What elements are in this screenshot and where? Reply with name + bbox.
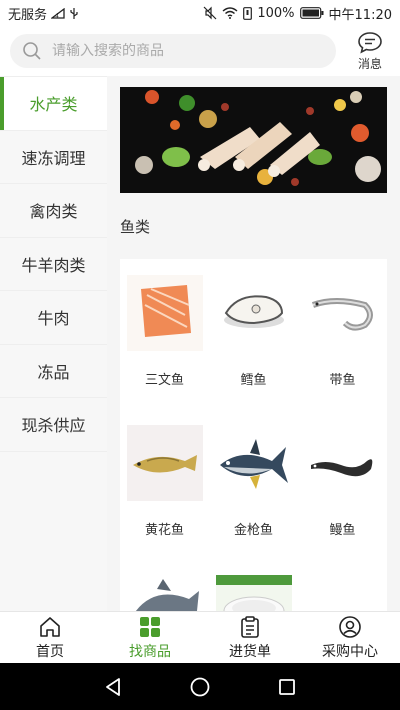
product-item-eel[interactable]: 鳗鱼 — [298, 425, 387, 538]
sidebar-item-poultry[interactable]: 禽肉类 — [0, 184, 107, 238]
product-item-hairtail[interactable]: 带鱼 — [298, 275, 387, 388]
clipboard-icon — [241, 615, 259, 638]
product-name: 带鱼 — [329, 373, 356, 388]
system-navigation — [0, 663, 400, 710]
sidebar-item-beef[interactable]: 牛肉 — [0, 291, 107, 345]
message-button[interactable]: 消息 — [350, 31, 390, 72]
salmon-image — [126, 275, 203, 351]
nav-label: 进货单 — [229, 643, 271, 660]
carrier-text: 无服务 — [8, 7, 48, 23]
product-name: 三文鱼 — [144, 373, 184, 388]
battery-icon — [299, 7, 324, 19]
product-grid: 三文鱼 鳕鱼 带鱼 黄花鱼 金枪鱼 鳗鱼 — [120, 259, 387, 611]
signal-icon: 4 — [51, 7, 65, 19]
section-title: 鱼类 — [120, 218, 151, 236]
bottom-navigation: 首页 找商品 进货单 采购中心 — [0, 611, 400, 663]
yellow-croaker-image — [126, 425, 203, 501]
eel-image — [304, 425, 381, 501]
promo-banner[interactable] — [120, 87, 387, 193]
sidebar-item-label: 速冻调理 — [21, 148, 86, 168]
sidebar-item-label: 禽肉类 — [29, 202, 78, 222]
sidebar-item-frozen-prepared[interactable]: 速冻调理 — [0, 130, 107, 184]
sidebar-item-aquatic[interactable]: 水产类 — [0, 77, 107, 131]
product-item-yellow-croaker[interactable]: 黄花鱼 — [120, 425, 209, 538]
product-name: 鳕鱼 — [240, 373, 267, 388]
sidebar-item-label: 现杀供应 — [21, 416, 86, 436]
home-circle-icon[interactable] — [189, 676, 211, 698]
product-item-salmon[interactable]: 三文鱼 — [120, 275, 209, 388]
search-bar[interactable] — [10, 34, 336, 68]
battery-percent: 100% — [257, 5, 295, 21]
clock-time: 中午11:20 — [328, 7, 392, 23]
sim-icon — [243, 6, 253, 20]
recents-icon[interactable] — [276, 676, 298, 698]
sidebar-item-frozen[interactable]: 冻品 — [0, 344, 107, 398]
sidebar-item-label: 冻品 — [37, 362, 70, 382]
nav-home[interactable]: 首页 — [0, 612, 100, 663]
nav-label: 找商品 — [129, 643, 171, 660]
svg-text:4: 4 — [55, 12, 59, 19]
search-input[interactable] — [52, 43, 302, 59]
nav-procurement-center[interactable]: 采购中心 — [300, 612, 400, 663]
search-icon — [22, 41, 42, 61]
cod-image — [215, 275, 292, 351]
product-item-cod[interactable]: 鳕鱼 — [209, 275, 298, 388]
product-item-tuna[interactable]: 金枪鱼 — [209, 425, 298, 538]
nav-label: 首页 — [36, 643, 64, 660]
product-item-fish[interactable] — [120, 575, 209, 611]
tuna-image — [215, 425, 292, 501]
search-header: 消息 — [0, 26, 400, 76]
grid-icon — [140, 616, 160, 637]
nav-purchase-list[interactable]: 进货单 — [200, 612, 300, 663]
category-sidebar: 水产类 速冻调理 禽肉类 牛羊肉类 牛肉 冻品 现杀供应 — [0, 76, 107, 611]
product-name: 金枪鱼 — [233, 523, 273, 538]
mute-icon — [203, 6, 217, 20]
bowl-image — [215, 575, 292, 611]
fish-image — [126, 575, 203, 611]
product-name: 鳗鱼 — [329, 523, 356, 538]
message-label: 消息 — [357, 56, 382, 71]
wifi-icon — [222, 7, 238, 19]
nav-label: 采购中心 — [322, 643, 378, 660]
product-content: 鱼类 三文鱼 鳕鱼 带鱼 黄花鱼 金枪鱼 鳗鱼 — [107, 76, 400, 611]
hairtail-image — [304, 275, 381, 351]
back-icon[interactable] — [102, 676, 124, 698]
product-item-bowl[interactable] — [209, 575, 298, 611]
chat-bubble-icon — [358, 31, 382, 54]
sidebar-item-label: 牛羊肉类 — [21, 255, 86, 275]
home-icon — [40, 616, 60, 637]
banner-food-image — [120, 87, 387, 193]
nav-find-products[interactable]: 找商品 — [100, 612, 200, 663]
status-bar: 无服务 4 100% 中午11:20 — [0, 0, 400, 26]
product-name: 黄花鱼 — [144, 523, 184, 538]
user-icon — [339, 615, 361, 638]
sidebar-item-fresh-slaughter[interactable]: 现杀供应 — [0, 398, 107, 452]
sidebar-item-label: 水产类 — [29, 95, 78, 115]
sidebar-item-beef-mutton[interactable]: 牛羊肉类 — [0, 237, 107, 291]
sidebar-item-label: 牛肉 — [37, 309, 70, 329]
usb-icon — [69, 7, 79, 20]
